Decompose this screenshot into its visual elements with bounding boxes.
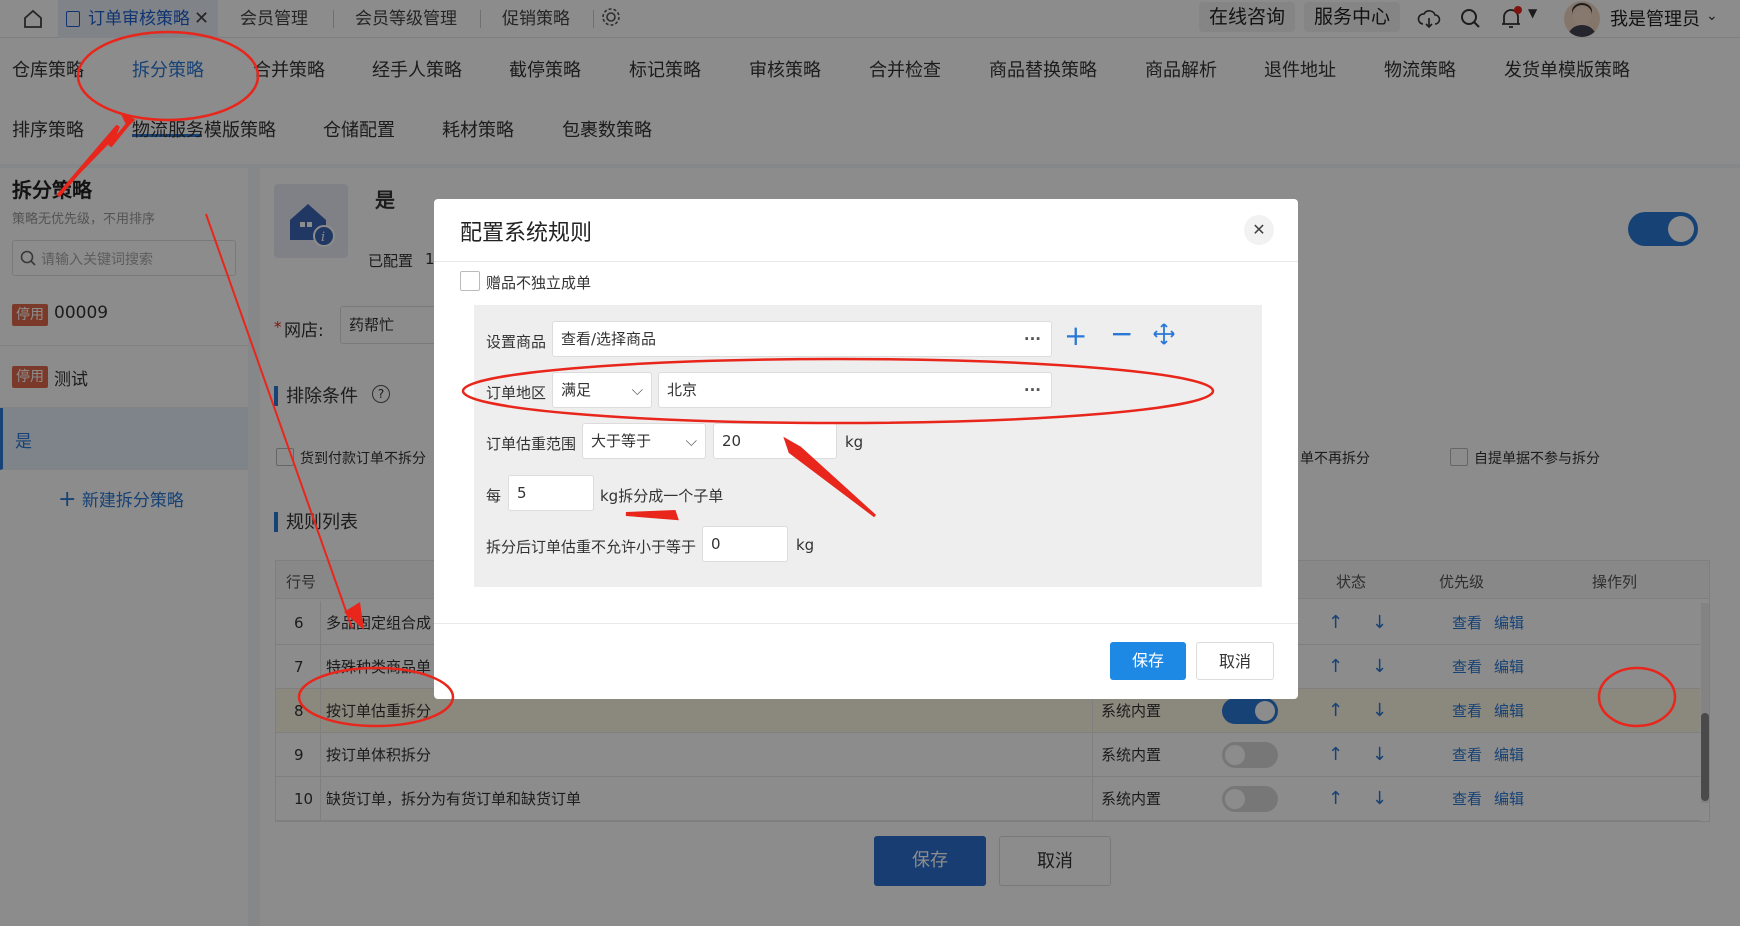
more-icon[interactable]: ··· xyxy=(1024,373,1041,407)
weight-input[interactable]: 20 xyxy=(713,423,837,459)
chevron-down-icon: ⌵ xyxy=(685,432,697,450)
dialog-cancel-button[interactable]: 取消 xyxy=(1196,642,1274,680)
gift-label: 赠品不独立成单 xyxy=(486,274,592,292)
add-icon[interactable]: + xyxy=(1064,319,1087,352)
region-op-select[interactable]: 满足 ⌵ xyxy=(552,372,652,408)
more-icon[interactable]: ··· xyxy=(1024,322,1041,356)
min-unit: kg xyxy=(796,536,815,554)
dialog-header-divider xyxy=(434,261,1298,262)
region-op-value: 满足 xyxy=(561,381,592,399)
weight-op-select[interactable]: 大于等于 ⌵ xyxy=(582,423,706,459)
min-label: 拆分后订单估重不允许小于等于 xyxy=(486,538,697,556)
close-icon[interactable]: ✕ xyxy=(1244,215,1274,245)
weight-label: 订单估重范围 xyxy=(486,435,577,453)
weight-unit: kg xyxy=(845,433,864,451)
per-suffix: kg拆分成一个子单 xyxy=(600,487,724,505)
per-input[interactable]: 5 xyxy=(508,475,594,511)
dialog-title: 配置系统规则 xyxy=(460,221,593,246)
dialog-save-button[interactable]: 保存 xyxy=(1110,642,1186,680)
min-input[interactable]: 0 xyxy=(702,526,788,562)
gift-checkbox[interactable] xyxy=(460,271,480,291)
config-dialog: 配置系统规则 ✕ 赠品不独立成单 设置商品 查看/选择商品 ··· + − 订单… xyxy=(434,199,1298,699)
set-goods-label: 设置商品 xyxy=(486,333,547,351)
region-value-field[interactable]: 北京 ··· xyxy=(658,372,1052,408)
weight-op-value: 大于等于 xyxy=(591,432,652,450)
region-label: 订单地区 xyxy=(486,384,547,402)
chevron-down-icon: ⌵ xyxy=(631,381,643,399)
remove-icon[interactable]: − xyxy=(1110,317,1133,350)
per-label: 每 xyxy=(486,487,502,505)
region-value: 北京 xyxy=(667,381,698,399)
goods-value: 查看/选择商品 xyxy=(561,330,657,348)
screen: 订单审核策略 ✕ 会员管理 会员等级管理 促销策略 在线咨询 服务中心 ▼ 我是… xyxy=(0,0,1740,926)
goods-selector[interactable]: 查看/选择商品 ··· xyxy=(552,321,1052,357)
move-icon[interactable] xyxy=(1152,322,1176,346)
dialog-footer-divider xyxy=(434,623,1298,624)
